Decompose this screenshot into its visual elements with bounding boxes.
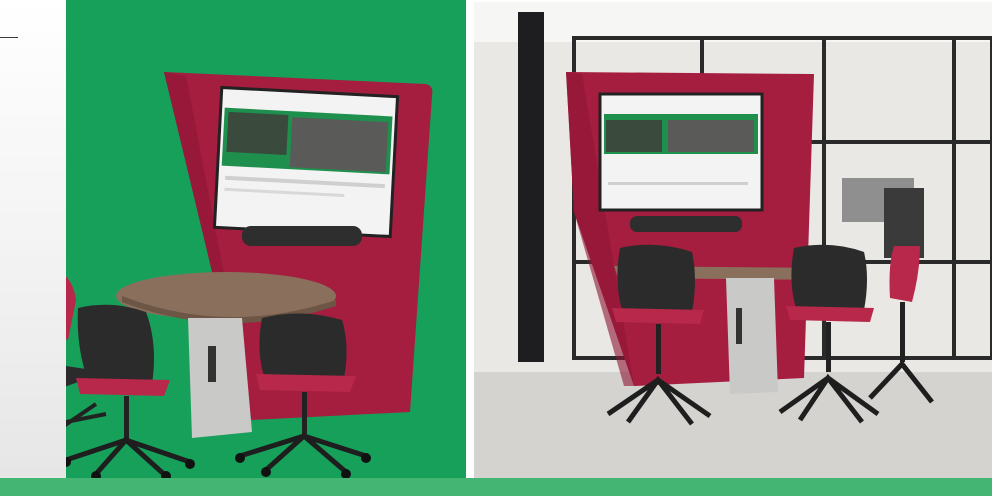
soundbar xyxy=(242,226,362,246)
booth-office-photo xyxy=(474,2,992,478)
table-pedestal xyxy=(726,278,778,394)
pillar xyxy=(518,12,544,362)
chair-left xyxy=(617,244,695,312)
booth-render-illustration xyxy=(66,72,433,478)
chair-front-left xyxy=(77,304,154,384)
booth-office-photo-panel xyxy=(474,2,992,478)
chair-far-left xyxy=(66,276,76,340)
bottom-green-band xyxy=(0,478,992,496)
booth-render-panel xyxy=(66,0,466,478)
chair-front-right xyxy=(259,313,347,378)
left-gradient-strip xyxy=(0,0,66,478)
chair-right xyxy=(791,244,867,310)
soundbar xyxy=(630,216,742,232)
table-pedestal xyxy=(188,318,252,438)
left-divider-line xyxy=(0,37,18,38)
